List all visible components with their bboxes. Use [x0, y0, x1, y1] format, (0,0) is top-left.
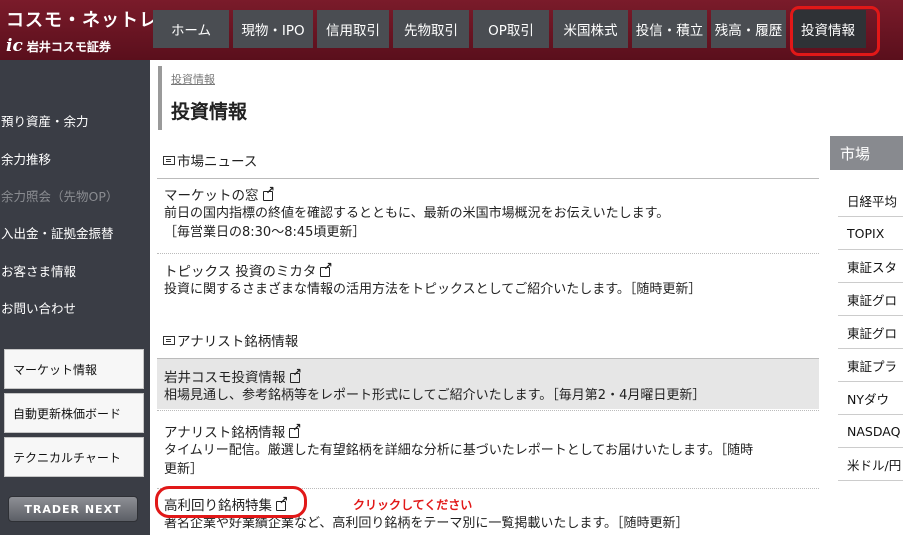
- news-icon: [163, 335, 175, 345]
- divider: [157, 178, 819, 179]
- list-item-analyst-report: アナリスト銘柄情報 タイムリー配信。厳選した有望銘柄を詳細な分析に基づいたレポー…: [157, 421, 819, 479]
- link-market-window[interactable]: マーケットの窓: [164, 184, 819, 205]
- tab-spot-ipo[interactable]: 現物・IPO: [233, 10, 313, 48]
- market-row[interactable]: NYダウ: [838, 382, 903, 415]
- app-logo[interactable]: コスモ・ネットレ ic 岩井コスモ証券: [6, 6, 158, 56]
- news-icon: [163, 155, 175, 165]
- main-nav: ホーム 現物・IPO 信用取引 先物取引 OP取引 米国株式 投信・積立 残高・…: [153, 10, 866, 50]
- stock-board-button[interactable]: 自動更新株価ボード: [4, 393, 144, 433]
- top-header: コスモ・ネットレ ic 岩井コスモ証券 ホーム 現物・IPO 信用取引 先物取引…: [0, 0, 903, 60]
- tab-balance-history[interactable]: 残高・履歴: [711, 10, 786, 48]
- highlight-box-tab: [790, 6, 880, 56]
- divider: [157, 410, 819, 411]
- external-link-icon: [289, 366, 302, 383]
- logo-name: コスモ・ネットレ: [6, 10, 158, 31]
- tab-home[interactable]: ホーム: [153, 10, 229, 48]
- market-info-button[interactable]: マーケット情報: [4, 349, 144, 389]
- left-sidebar: 預り資産・余力 余力推移 余力照会（先物OP） 入出金・証拠金振替 お客さま情報…: [0, 60, 150, 535]
- sidebar-item-customer-info[interactable]: お客さま情報: [0, 261, 150, 280]
- breadcrumb[interactable]: 投資情報: [171, 71, 215, 87]
- market-row[interactable]: 東証プラ: [838, 349, 903, 382]
- highlight-box-link: [155, 486, 307, 518]
- title-accent: [158, 66, 162, 130]
- sidebar-item-margin-futures: 余力照会（先物OP）: [1, 189, 119, 204]
- list-item-market-window: マーケットの窓 前日の国内指標の終値を確認するとともに、最新の米国市場概況をお伝…: [157, 184, 819, 242]
- external-link-icon: [262, 184, 275, 201]
- main-content: 投資情報 投資情報 市場ニュース マーケットの窓 前日の国内指標の終値を確認する…: [150, 60, 830, 535]
- list-item-iwai-cosmo-report: 岩井コスモ投資情報 相場見通し、参考銘柄等をレポート形式にしてご紹介いたします。…: [157, 359, 819, 409]
- tab-us-stocks[interactable]: 米国株式: [553, 10, 628, 48]
- tab-options[interactable]: OP取引: [473, 10, 549, 48]
- tab-funds[interactable]: 投信・積立: [632, 10, 707, 48]
- market-panel-title: 市場: [830, 136, 903, 170]
- technical-chart-button[interactable]: テクニカルチャート: [4, 437, 144, 477]
- link-analyst-report[interactable]: アナリスト銘柄情報: [164, 421, 819, 442]
- click-annotation: クリックしてください: [353, 498, 473, 512]
- trader-next-button[interactable]: TRADER NEXT: [8, 496, 138, 522]
- sidebar-item-deposit[interactable]: 入出金・証拠金振替: [0, 223, 150, 242]
- market-row[interactable]: 東証グロ: [838, 316, 903, 349]
- external-link-icon: [320, 260, 333, 277]
- sidebar-item-margin-trend[interactable]: 余力推移: [0, 149, 150, 168]
- sidebar-item-contact[interactable]: お問い合わせ: [0, 298, 150, 317]
- link-topics[interactable]: トピックス 投資のミカタ: [164, 260, 819, 281]
- tab-margin[interactable]: 信用取引: [317, 10, 389, 48]
- market-row[interactable]: TOPIX: [838, 217, 903, 250]
- market-row[interactable]: 日経平均: [838, 184, 903, 217]
- market-row[interactable]: NASDAQ: [838, 415, 903, 448]
- logo-brand: 岩井コスモ証券: [26, 39, 111, 54]
- sidebar-item-assets[interactable]: 預り資産・余力: [0, 111, 150, 130]
- brand-mark-icon: ic: [6, 36, 23, 56]
- divider: [157, 253, 819, 254]
- market-panel: 市場 日経平均 TOPIX 東証スタ 東証グロ 東証グロ 東証プラ NYダウ N…: [830, 136, 903, 535]
- external-link-icon: [289, 421, 301, 438]
- section-heading-market-news: 市場ニュース: [163, 150, 257, 170]
- list-item-topics: トピックス 投資のミカタ 投資に関するさまざまな情報の活用方法をトピックスとして…: [157, 260, 819, 299]
- market-row[interactable]: 東証スタ: [838, 250, 903, 283]
- section-heading-analyst: アナリスト銘柄情報: [163, 330, 298, 350]
- market-row[interactable]: 東証グロ: [838, 283, 903, 316]
- page-title: 投資情報: [171, 101, 248, 123]
- link-iwai-cosmo-report[interactable]: 岩井コスモ投資情報: [164, 366, 819, 387]
- market-row[interactable]: 米ドル/円: [838, 448, 903, 481]
- tab-futures[interactable]: 先物取引: [393, 10, 469, 48]
